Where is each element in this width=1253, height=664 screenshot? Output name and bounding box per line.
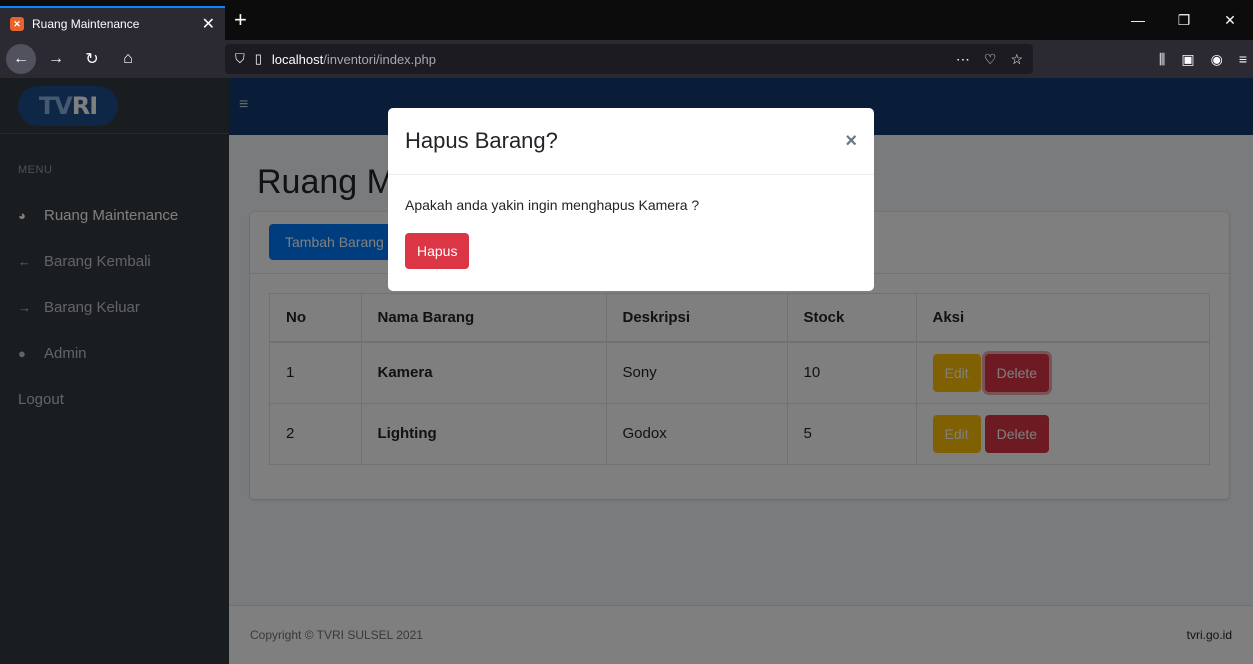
delete-confirm-modal: Hapus Barang? × Apakah anda yakin ingin … (388, 108, 874, 291)
page-icon: ▯ (254, 51, 262, 66)
modal-close-icon[interactable]: × (845, 130, 857, 153)
more-icon[interactable]: ⋯ (956, 51, 970, 68)
menu-icon[interactable]: ≡ (1239, 51, 1247, 67)
pocket-icon[interactable]: ♡ (984, 51, 997, 68)
browser-tab[interactable]: ✕ Ruang Maintenance ✕ (0, 6, 225, 40)
back-icon[interactable]: ← (6, 44, 36, 74)
home-icon[interactable]: ⌂ (112, 45, 144, 73)
restore-icon[interactable]: ❐ (1161, 6, 1207, 34)
star-icon[interactable]: ☆ (1010, 51, 1023, 68)
xampp-favicon-icon: ✕ (10, 17, 24, 31)
minimize-icon[interactable]: — (1115, 6, 1161, 34)
reload-icon[interactable]: ↻ (76, 45, 108, 73)
modal-header: Hapus Barang? × (388, 108, 874, 175)
url-path: /inventori/index.php (323, 51, 436, 67)
shield-icon[interactable]: ⛉ (235, 51, 245, 67)
window-controls: — ❐ ✕ (1115, 6, 1253, 34)
url-host: localhost (271, 51, 324, 67)
sidebar-icon[interactable]: ▣ (1181, 51, 1194, 68)
modal-title: Hapus Barang? (405, 128, 558, 153)
tab-title: Ruang Maintenance (32, 17, 140, 31)
confirm-delete-button[interactable]: Hapus (405, 233, 470, 269)
window-close-icon[interactable]: ✕ (1207, 6, 1253, 34)
new-tab-button[interactable]: + (234, 8, 247, 32)
tab-close-icon[interactable]: ✕ (202, 14, 215, 34)
account-icon[interactable]: ◉ (1211, 51, 1223, 68)
modal-body: Apakah anda yakin ingin menghapus Kamera… (388, 175, 874, 269)
modal-message: Apakah anda yakin ingin menghapus Kamera… (405, 197, 700, 213)
browser-tab-bar: ✕ Ruang Maintenance ✕ + — ❐ ✕ (0, 0, 1253, 40)
url-bar[interactable]: ⛉ ▯ localhost/inventori/index.php ⋯ ♡ ☆ (225, 44, 1033, 74)
library-icon[interactable]: ⫼ (1159, 51, 1165, 68)
toolbar-right: ⫼ ▣ ◉ ≡ (1159, 44, 1247, 74)
url-actions: ⋯ ♡ ☆ (956, 51, 1023, 68)
forward-icon[interactable]: → (40, 45, 72, 73)
